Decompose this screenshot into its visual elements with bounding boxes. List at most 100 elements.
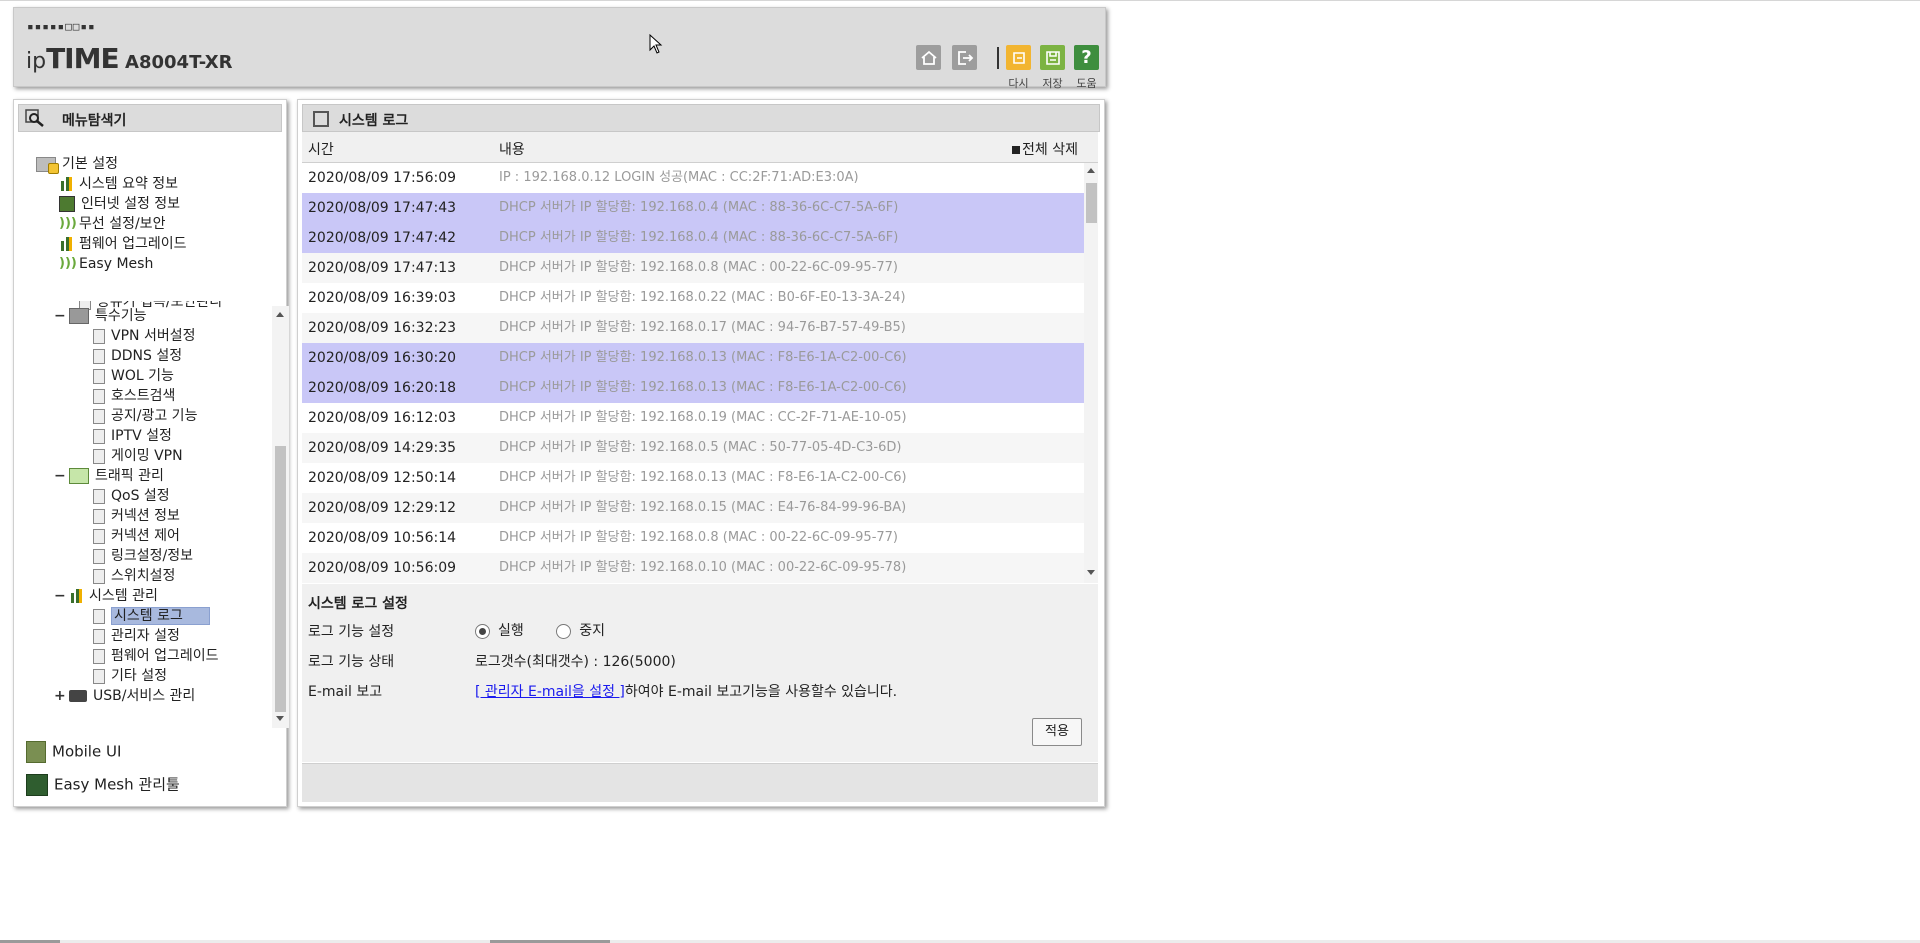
fav-item-easy-mesh[interactable]: ))) Easy Mesh [59, 254, 153, 274]
email-report-desc: 하여야 E-mail 보고기능을 사용할수 있습니다. [624, 684, 898, 700]
tree-item-system-log[interactable]: 시스템 로그 [93, 606, 210, 626]
log-message: DHCP 서버가 IP 할당함: 192.168.0.4 (MAC : 88-3… [499, 200, 899, 215]
menu-tree[interactable]: 공유기 접속/보안관리 − 특수기능 VPN 서버설정 DDNS 설정 WOL … [29, 301, 284, 728]
tree-item-conn-info[interactable]: 커넥션 정보 [93, 506, 180, 526]
page-icon [93, 328, 105, 344]
tree-traffic[interactable]: 트래픽 관리 [69, 466, 164, 486]
log-function-label: 로그 기능 설정 [308, 624, 395, 640]
easy-mesh-tool-link[interactable]: Easy Mesh 관리툴 [26, 774, 180, 796]
help-button[interactable]: ? [1074, 45, 1099, 70]
tree-item-switch[interactable]: 스위치설정 [93, 566, 175, 586]
tree-item-qos[interactable]: QoS 설정 [93, 486, 170, 506]
tree-group-label: USB/서비스 관리 [93, 688, 196, 704]
tree-item-gaming-vpn[interactable]: 게이밍 VPN [93, 446, 183, 466]
scroll-thumb[interactable] [1086, 183, 1097, 223]
scroll-down-icon[interactable] [276, 716, 284, 721]
collapse-icon[interactable]: − [54, 468, 66, 484]
scroll-down-icon[interactable] [1087, 570, 1095, 575]
app-header: ▪▪▪▪▪□□▪▪ ipTIME A8004T-XR 다시 저장 ? 도움 [13, 7, 1106, 90]
admin-email-link[interactable]: [ 관리자 E-mail을 설정 ] [475, 684, 625, 700]
tree-group-label: 트래픽 관리 [95, 468, 164, 484]
fav-item-firmware[interactable]: 펌웨어 업그레이드 [59, 234, 187, 254]
tree-item-link[interactable]: 링크설정/정보 [93, 546, 193, 566]
log-table-body[interactable]: 2020/08/09 17:56:09 IP : 192.168.0.12 LOG… [302, 163, 1084, 583]
delete-all-button[interactable]: 전체 삭제 [1012, 139, 1078, 159]
tree-item-firmware[interactable]: 펌웨어 업그레이드 [93, 646, 219, 666]
radio-run[interactable]: 실행 [475, 623, 524, 639]
col-time-header: 시간 [308, 142, 334, 158]
tree-item-label: 커넥션 제어 [111, 528, 180, 544]
table-row[interactable]: 2020/08/09 16:30:20 DHCP 서버가 IP 할당함: 192.… [302, 343, 1084, 373]
apply-button[interactable]: 적용 [1032, 718, 1082, 746]
page-icon [93, 528, 105, 544]
table-row[interactable]: 2020/08/09 17:56:09 IP : 192.168.0.12 LOG… [302, 163, 1084, 193]
page-icon [93, 348, 105, 364]
tree-item-ddns[interactable]: DDNS 설정 [93, 346, 182, 366]
log-settings-section: 시스템 로그 설정 로그 기능 설정 실행 중지 로그 기능 상태 로그갯수(최… [302, 584, 1098, 762]
fav-item-system-summary[interactable]: 시스템 요약 정보 [59, 174, 178, 194]
radio-stop[interactable]: 중지 [556, 623, 605, 639]
fav-item-label: 시스템 요약 정보 [79, 176, 179, 192]
table-row[interactable]: 2020/08/09 12:50:14 DHCP 서버가 IP 할당함: 192.… [302, 463, 1084, 493]
tree-item-iptv[interactable]: IPTV 설정 [93, 426, 172, 446]
table-row[interactable]: 2020/08/09 14:29:35 DHCP 서버가 IP 할당함: 192.… [302, 433, 1084, 463]
tree-item-vpn[interactable]: VPN 서버설정 [93, 326, 195, 346]
radio-stop-label: 중지 [579, 623, 605, 639]
tree-group-label: 특수기능 [95, 308, 147, 324]
log-time: 2020/08/09 12:29:12 [308, 500, 457, 516]
table-row[interactable]: 2020/08/09 17:47:43 DHCP 서버가 IP 할당함: 192.… [302, 193, 1084, 223]
mobile-ui-link[interactable]: Mobile UI [26, 741, 121, 763]
table-row[interactable]: 2020/08/09 16:12:03 DHCP 서버가 IP 할당함: 192.… [302, 403, 1084, 433]
tree-item-host-search[interactable]: 호스트검색 [93, 386, 175, 406]
table-row[interactable]: 2020/08/09 10:56:14 DHCP 서버가 IP 할당함: 192.… [302, 523, 1084, 553]
table-row[interactable]: 2020/08/09 17:47:42 DHCP 서버가 IP 할당함: 192.… [302, 223, 1084, 253]
logo-ip: ip [26, 49, 47, 74]
tree-item-admin[interactable]: 관리자 설정 [93, 626, 180, 646]
computer-icon [59, 196, 75, 212]
reload-button[interactable] [1006, 45, 1031, 70]
fav-item-wireless[interactable]: ))) 무선 설정/보안 [59, 214, 165, 234]
tree-item-conn-control[interactable]: 커넥션 제어 [93, 526, 180, 546]
table-row[interactable]: 2020/08/09 17:47:13 DHCP 서버가 IP 할당함: 192.… [302, 253, 1084, 283]
table-row[interactable]: 2020/08/09 16:39:03 DHCP 서버가 IP 할당함: 192.… [302, 283, 1084, 313]
radio-stop-indicator[interactable] [556, 623, 572, 639]
header-separator [997, 47, 999, 69]
log-message: DHCP 서버가 IP 할당함: 192.168.0.5 (MAC : 50-7… [499, 440, 902, 455]
fav-item-label: Easy Mesh [79, 256, 154, 272]
tree-usb[interactable]: USB/서비스 관리 [69, 686, 195, 706]
table-row[interactable]: 2020/08/09 12:29:12 DHCP 서버가 IP 할당함: 192.… [302, 493, 1084, 523]
collapse-icon[interactable]: − [54, 308, 66, 324]
collapse-icon[interactable]: − [54, 588, 66, 604]
scroll-up-icon[interactable] [1087, 168, 1095, 173]
scroll-up-icon[interactable] [276, 312, 284, 317]
radio-run-indicator[interactable] [475, 623, 490, 639]
tree-item-label: 관리자 설정 [111, 628, 180, 644]
log-message: DHCP 서버가 IP 할당함: 192.168.0.13 (MAC : F8-… [499, 350, 907, 365]
logout-button[interactable] [952, 45, 977, 70]
table-row[interactable]: 2020/08/09 16:20:18 DHCP 서버가 IP 할당함: 192.… [302, 373, 1084, 403]
menu-scrollbar[interactable] [272, 306, 289, 728]
system-log-header: 시스템 로그 [302, 104, 1100, 132]
log-time: 2020/08/09 16:12:03 [308, 410, 457, 426]
log-message: DHCP 서버가 IP 할당함: 192.168.0.15 (MAC : E4-… [499, 500, 907, 515]
table-row[interactable]: 2020/08/09 10:56:09 DHCP 서버가 IP 할당함: 192.… [302, 553, 1084, 583]
log-time: 2020/08/09 16:20:18 [308, 380, 457, 396]
expand-icon[interactable]: + [54, 688, 66, 704]
log-time: 2020/08/09 10:56:14 [308, 530, 457, 546]
page-icon [93, 648, 105, 664]
log-time: 2020/08/09 10:56:09 [308, 560, 457, 576]
tree-item-label: VPN 서버설정 [111, 328, 196, 344]
tree-item-wol[interactable]: WOL 기능 [93, 366, 174, 386]
tree-system[interactable]: 시스템 관리 [69, 586, 158, 606]
log-scrollbar[interactable] [1084, 163, 1098, 583]
scroll-thumb[interactable] [275, 446, 286, 712]
model-name: A8004T-XR [125, 52, 233, 73]
fav-item-internet-info[interactable]: 인터넷 설정 정보 [59, 194, 180, 214]
save-button[interactable] [1040, 45, 1065, 70]
tree-item-notice[interactable]: 공지/광고 기능 [93, 406, 197, 426]
tree-item-etc[interactable]: 기타 설정 [93, 666, 167, 686]
tree-basic-settings[interactable]: 기본 설정 [36, 154, 118, 174]
home-button[interactable] [916, 45, 941, 70]
tree-special[interactable]: 특수기능 [69, 306, 147, 326]
table-row[interactable]: 2020/08/09 16:32:23 DHCP 서버가 IP 할당함: 192.… [302, 313, 1084, 343]
